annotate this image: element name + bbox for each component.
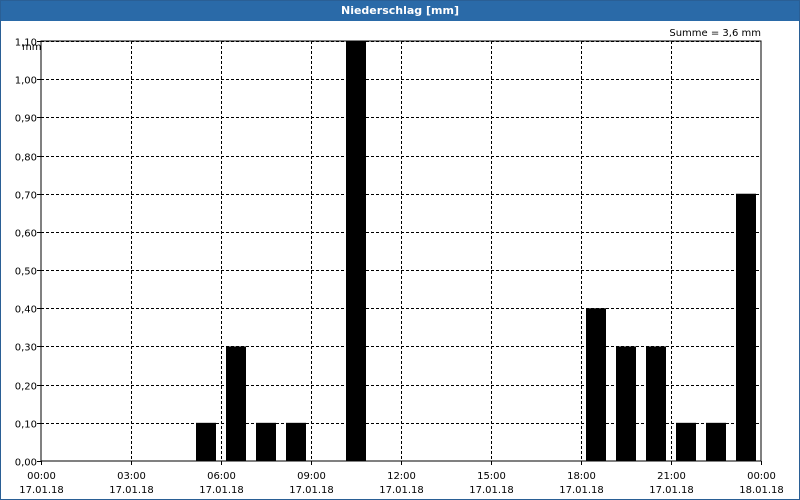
precipitation-bar xyxy=(646,346,666,461)
y-tick-label: 0,10 xyxy=(15,420,37,431)
precipitation-bar xyxy=(676,422,696,461)
sum-annotation: Summe = 3,6 mm xyxy=(669,28,761,39)
precipitation-chart: 0,00 0,10 0,20 0,30 0,40 0,50 0,60 0,70 0,80 0,90… xyxy=(15,28,784,496)
y-axis-unit: mm xyxy=(22,42,41,53)
x-tick-date: 17.01.18 xyxy=(19,485,64,496)
precipitation-bar xyxy=(226,346,246,461)
x-tick-date: 18.01.18 xyxy=(739,485,784,496)
y-tick-label: 0,70 xyxy=(15,191,37,202)
x-tick-date: 17.01.18 xyxy=(289,485,334,496)
x-tick-date: 17.01.18 xyxy=(199,485,244,496)
precipitation-bar xyxy=(256,422,276,461)
y-tick-label: 0,20 xyxy=(15,382,37,393)
x-tick-time: 15:00 xyxy=(477,471,506,482)
precipitation-bar xyxy=(586,308,606,461)
y-tick-label: 0,90 xyxy=(15,114,37,125)
x-tick-date: 17.01.18 xyxy=(379,485,424,496)
x-tick-time: 12:00 xyxy=(387,471,416,482)
y-tick-label: 0,30 xyxy=(15,343,37,354)
x-tick-time: 09:00 xyxy=(297,471,326,482)
x-tick-time: 00:00 xyxy=(747,471,776,482)
precipitation-bar xyxy=(346,41,366,461)
y-tick-label: 0,80 xyxy=(15,153,37,164)
precipitation-bar xyxy=(616,346,636,461)
x-tick-date: 17.01.18 xyxy=(469,485,514,496)
y-tick-label: 0,60 xyxy=(15,229,37,240)
precipitation-bar xyxy=(196,422,216,461)
y-tick-label: 0,40 xyxy=(15,305,37,316)
precipitation-bar xyxy=(706,422,726,461)
precipitation-bar xyxy=(736,193,756,461)
x-tick-date: 17.01.18 xyxy=(649,485,694,496)
x-tick-date: 17.01.18 xyxy=(559,485,604,496)
y-tick-label: 0,00 xyxy=(15,458,37,469)
x-tick-time: 18:00 xyxy=(567,471,596,482)
y-tick-label: 0,50 xyxy=(15,267,37,278)
precipitation-bar xyxy=(286,422,306,461)
x-tick-time: 06:00 xyxy=(207,471,236,482)
x-tick-time: 21:00 xyxy=(657,471,686,482)
y-tick-label: 1,00 xyxy=(15,76,37,87)
x-tick-time: 03:00 xyxy=(117,471,146,482)
x-tick-time: 00:00 xyxy=(27,471,56,482)
x-tick-date: 17.01.18 xyxy=(109,485,154,496)
